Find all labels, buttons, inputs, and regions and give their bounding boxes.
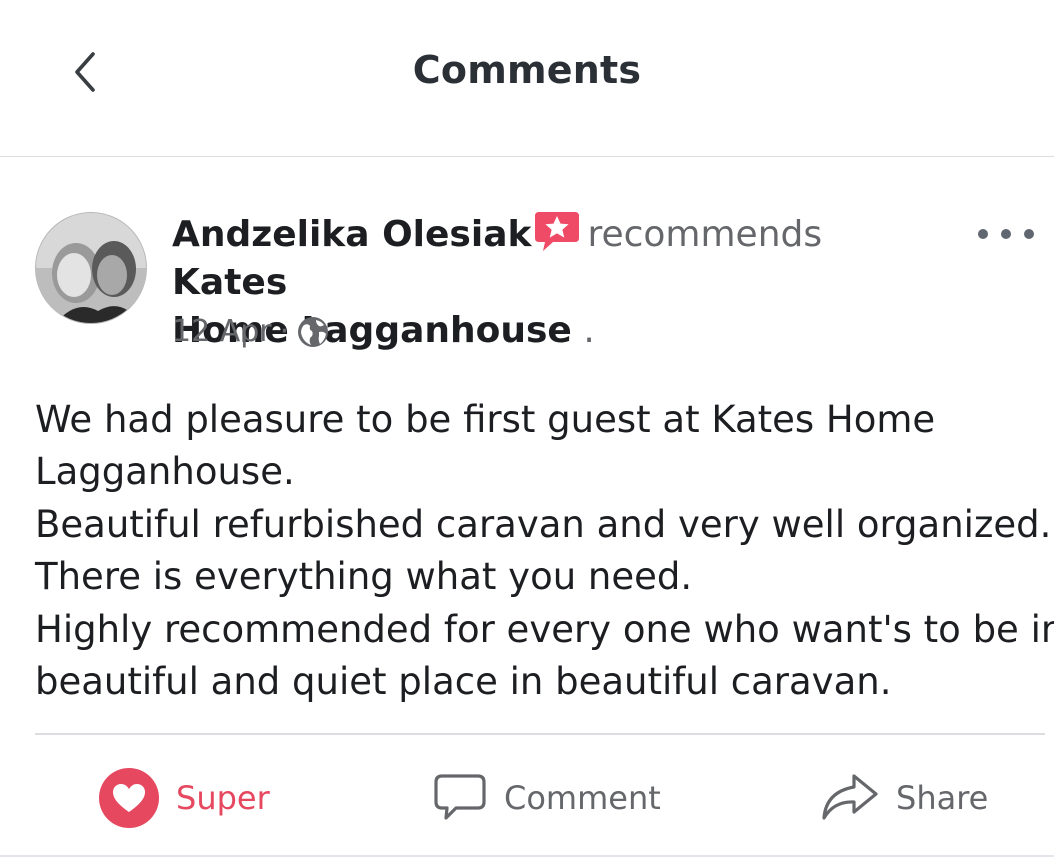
author-name[interactable]: Andzelika Olesiak [172,214,531,255]
post-body-line: We had pleasure to be first guest at Kat… [35,398,936,441]
post-date[interactable]: 12 Apr [172,314,272,349]
action-divider [35,733,1045,735]
page-name-line1[interactable]: Kates [172,262,287,303]
share-label: Share [896,779,989,817]
post-body-line: beautiful and quiet place in beautiful c… [35,660,892,704]
comment-bubble-icon [434,774,486,820]
headline-period: . [583,310,595,351]
heart-icon [99,768,159,828]
more-horizontal-icon [978,229,988,239]
globe-icon [298,316,329,347]
recommends-label: recommends [587,214,823,255]
page-title: Comments [412,48,642,92]
more-dot [1001,229,1011,239]
more-options-button[interactable] [978,218,1034,250]
post-body-line: Lagganhouse. [35,450,295,494]
post-body-line: There is everything what you need. [35,555,693,599]
meta-separator: · [279,314,290,349]
post-body-line: Highly recommended for every one who wan… [35,607,1054,651]
section-gap [0,157,1054,177]
more-dot [1024,229,1034,239]
action-bar: Super Comment Share [0,758,1054,838]
share-button[interactable]: Share [820,758,988,838]
share-icon-wrap [820,770,880,826]
post-body-line: Beautiful refurbished caravan and very w… [35,502,1052,546]
bottom-divider [0,855,1054,857]
super-reaction-button[interactable]: Super [98,758,270,838]
post-meta: 12 Apr · [172,314,329,349]
avatar-photo [36,213,146,323]
top-bar: Comments [0,0,1054,157]
super-icon-wrap [98,767,160,829]
recommendation-star-icon [535,212,580,251]
recommendation-post: Andzelika Olesiak recommends Kates Home … [0,178,1054,865]
post-body: We had pleasure to be first guest at Kat… [35,394,1054,708]
comment-button[interactable]: Comment [432,758,661,838]
comment-label: Comment [504,779,661,817]
comment-icon-wrap [432,770,488,826]
avatar[interactable] [35,212,147,324]
share-arrow-icon [822,774,878,820]
super-label: Super [176,779,270,817]
